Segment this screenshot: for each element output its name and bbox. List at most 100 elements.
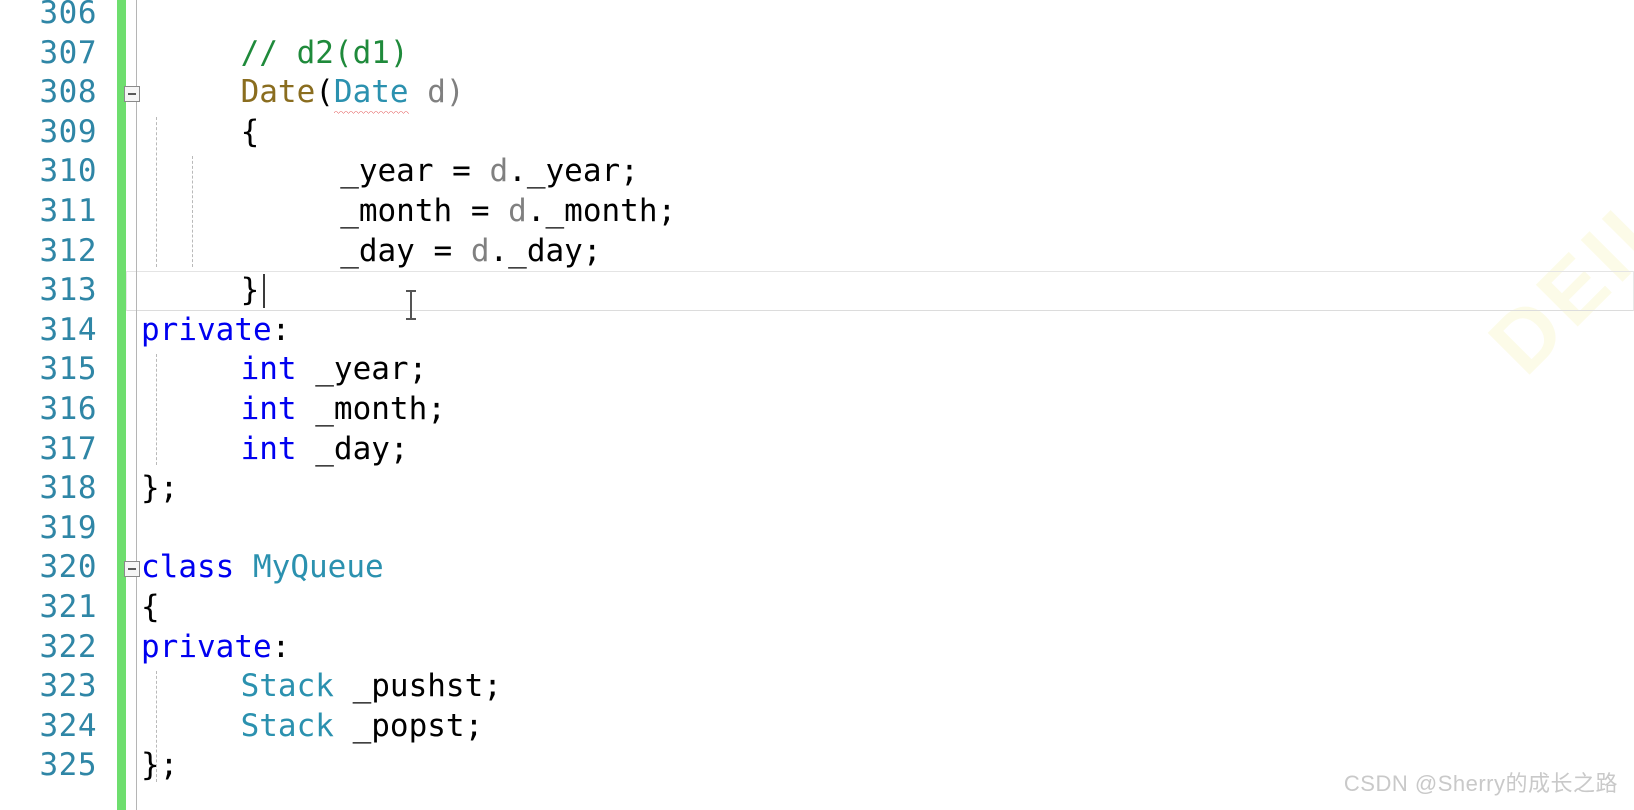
code-token: ._month; xyxy=(526,193,677,229)
line-number: 320 xyxy=(39,549,97,586)
code-line[interactable]: Stack _popst; xyxy=(0,707,1634,747)
code-token: _month; xyxy=(296,391,446,427)
code-line-text: _year = d._year; xyxy=(340,152,639,192)
code-line-text: private: xyxy=(141,311,290,351)
code-line-text: }; xyxy=(141,469,178,509)
code-line[interactable]: }; xyxy=(0,469,1634,509)
code-line[interactable]: { xyxy=(0,588,1634,628)
code-line-text: } xyxy=(241,271,260,311)
code-line[interactable]: private: xyxy=(0,628,1634,668)
code-token: d xyxy=(508,193,527,229)
line-number: 310 xyxy=(39,153,97,190)
code-line[interactable]: // d2(d1) xyxy=(0,34,1634,74)
indent-guide xyxy=(156,671,157,782)
code-line[interactable]: _month = d._month; xyxy=(0,192,1634,232)
code-line-text: class MyQueue xyxy=(141,548,384,588)
code-token: d xyxy=(489,153,509,190)
code-token: ._day; xyxy=(489,232,602,269)
line-number: 318 xyxy=(39,470,97,507)
line-number: 314 xyxy=(39,311,97,348)
code-token: ) xyxy=(445,74,465,111)
code-line[interactable] xyxy=(0,509,1634,549)
indent-guide xyxy=(156,354,157,466)
collapse-minus-icon[interactable] xyxy=(124,86,140,102)
code-line-text: }; xyxy=(141,746,178,786)
code-line-text: _month = d._month; xyxy=(340,192,676,232)
code-line[interactable]: _day = d._day; xyxy=(0,232,1634,272)
code-token: _day; xyxy=(296,430,409,467)
line-number: 311 xyxy=(39,193,97,229)
indent-guide xyxy=(192,156,193,268)
code-line[interactable] xyxy=(0,0,1634,34)
code-editor[interactable]: DEILR // d2(d1) Date(Date d){_year = d._y… xyxy=(0,0,1634,810)
change-indicator-bar xyxy=(117,0,126,810)
code-line-text: // d2(d1) xyxy=(241,34,409,74)
code-token: { xyxy=(141,589,160,625)
line-number: 308 xyxy=(39,74,97,111)
collapse-minus-icon[interactable] xyxy=(124,561,140,578)
code-line[interactable]: private: xyxy=(0,311,1634,351)
line-number: 324 xyxy=(39,707,97,744)
code-token: _popst; xyxy=(333,707,484,744)
line-number-gutter[interactable]: 306 307 308 309 310 311 312 313 314 315 316 317 318 3… xyxy=(0,0,115,810)
line-number: 312 xyxy=(39,232,97,269)
code-token: d xyxy=(470,232,490,269)
code-line-text: int _day; xyxy=(241,430,409,470)
code-token: { xyxy=(240,113,260,150)
code-line-text: { xyxy=(141,588,160,628)
code-token: _year; xyxy=(296,351,428,388)
code-line-text: Stack _popst; xyxy=(241,707,484,747)
code-token: ._year; xyxy=(508,153,639,190)
code-token: private xyxy=(141,628,272,665)
code-token: private xyxy=(141,311,272,348)
line-number: 306 xyxy=(39,0,97,31)
code-token: MyQueue xyxy=(253,549,384,586)
code-token: _pushst; xyxy=(333,668,502,705)
line-number: 321 xyxy=(39,589,97,625)
code-line-text: { xyxy=(241,113,260,153)
code-line[interactable]: int _month; xyxy=(0,390,1634,430)
code-line-text: Stack _pushst; xyxy=(241,667,502,707)
code-token: }; xyxy=(141,470,179,507)
code-token: _month = xyxy=(340,193,509,229)
code-token: Stack xyxy=(240,707,334,744)
line-number: 313 xyxy=(39,272,97,309)
code-line[interactable]: { xyxy=(0,113,1634,153)
code-line[interactable]: int _day; xyxy=(0,430,1634,470)
code-token: class xyxy=(141,549,235,586)
code-token-error: Date xyxy=(333,73,409,114)
code-line[interactable]: int _year; xyxy=(0,350,1634,390)
line-number: 315 xyxy=(39,351,97,388)
code-line[interactable]: _year = d._year; xyxy=(0,152,1634,192)
code-line[interactable]: } xyxy=(0,271,1634,311)
code-token: }; xyxy=(141,747,179,784)
outlining-column-rule xyxy=(136,0,137,810)
code-token: int xyxy=(240,351,297,388)
code-line-text: private: xyxy=(141,628,290,668)
code-line-text: int _year; xyxy=(241,350,428,390)
code-line[interactable]: Date(Date d) xyxy=(0,73,1634,114)
code-token: int xyxy=(240,430,297,467)
code-token: _year = xyxy=(340,153,490,190)
line-number: 319 xyxy=(39,509,97,546)
code-text-area[interactable]: // d2(d1) Date(Date d){_year = d._year; _m… xyxy=(0,0,1634,810)
code-token: d xyxy=(427,74,446,111)
csdn-watermark: CSDN @Sherry的成长之路 xyxy=(1343,771,1618,796)
code-line[interactable]: class MyQueue xyxy=(0,548,1634,588)
code-token: Stack xyxy=(240,668,334,705)
line-number: 316 xyxy=(39,391,97,427)
code-token: } xyxy=(240,272,260,309)
code-line[interactable]: Stack _pushst; xyxy=(0,667,1634,707)
line-number: 317 xyxy=(39,430,97,467)
indent-guide xyxy=(156,116,157,268)
line-number: 323 xyxy=(39,668,97,705)
text-caret xyxy=(262,274,265,308)
line-number: 322 xyxy=(39,628,97,665)
code-line-text: Date(Date d) xyxy=(241,73,465,114)
line-number: 309 xyxy=(39,113,97,150)
code-token: int xyxy=(240,391,297,427)
code-line-text: int _month; xyxy=(241,390,446,430)
code-token: // d2(d1) xyxy=(240,34,409,71)
code-line-text: _day = d._day; xyxy=(340,232,601,272)
